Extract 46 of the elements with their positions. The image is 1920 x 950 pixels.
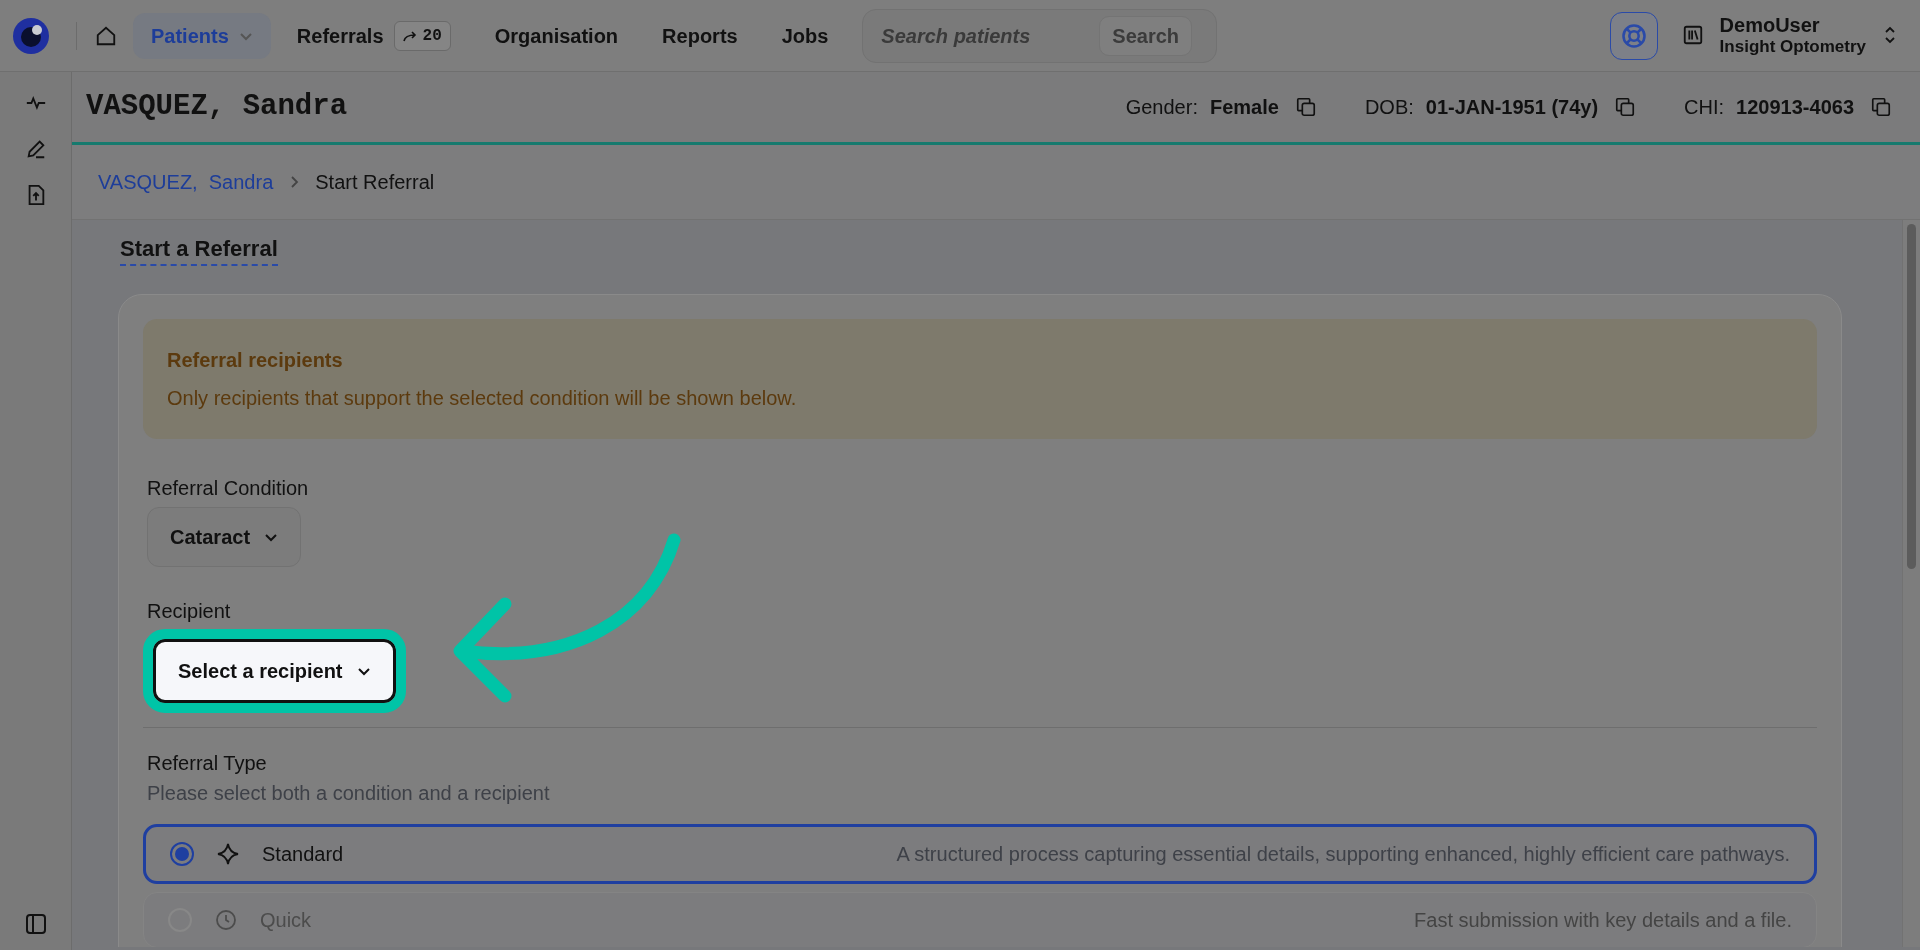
scrollbar-thumb[interactable] [1907,224,1916,569]
chevron-down-icon [356,665,371,676]
nav-tab[interactable]: Referrals 20 [278,12,469,59]
breadcrumb-current: Start Referral [315,170,435,195]
alert-title: Referral recipients [167,347,344,373]
referral-type-option[interactable]: Standard A structured process capturing essential details, supporting enhanced, highly efficient care pathways. [143,823,1817,884]
nav-tab[interactable]: Organisation [476,12,637,59]
search-field[interactable]: Search patients Search [862,8,1218,63]
radio-button[interactable] [170,841,194,866]
field-label: Recipient [147,600,232,621]
option-description: Fast submission with key details and a file. [1414,907,1792,933]
home-icon[interactable] [95,24,117,47]
breadcrumb-link[interactable]: VASQUEZ, Sandra [98,167,274,197]
condition-dropdown[interactable]: Cataract [147,506,302,567]
field-label: Gender: [1125,95,1198,120]
copy-icon[interactable] [1870,96,1892,118]
nav-tab[interactable]: Jobs [763,12,847,59]
account-switcher[interactable]: DemoUser Insight Optometry [1681,13,1898,58]
copy-icon[interactable] [1614,96,1637,118]
clock-icon [214,907,238,932]
lifebuoy-icon [1619,21,1648,50]
nav-tab[interactable]: Reports [644,12,756,59]
field-value: 01-JAN-1951 (74y) [1425,95,1599,120]
referral-count-badge: 20 [393,20,451,51]
search-button[interactable]: Search [1099,15,1193,56]
field-value: Female [1209,95,1279,120]
field-label: Referral Condition [147,475,310,501]
chevron-right-icon [289,175,300,189]
option-label: Standard [262,841,344,867]
eye-logo-icon[interactable] [12,16,50,55]
option-description: A structured process capturing essential details, supporting enhanced, highly efficient care pathways. [896,841,1790,867]
user-name: DemoUser [1719,13,1821,38]
field-value: 120913-4063 [1736,95,1854,120]
copy-icon[interactable] [1294,96,1317,118]
page-title: Start a Referral [120,235,278,266]
patient-name: VASQUEZ, Sandra [86,89,348,126]
sparkle-icon [216,841,240,866]
hint-text: Please select both a condition and a recipient [147,780,551,806]
alert-text: Only recipients that support the selected condition will be shown below. [167,385,798,411]
library-icon [1681,24,1704,47]
field-label: DOB: [1364,95,1414,120]
sidebar-toggle-icon[interactable] [24,912,48,936]
field-label: Referral Type [147,750,268,776]
field-label: CHI: [1684,95,1725,120]
organisation-name: Insight Optometry [1719,37,1866,58]
chevron-down-icon [264,531,279,542]
